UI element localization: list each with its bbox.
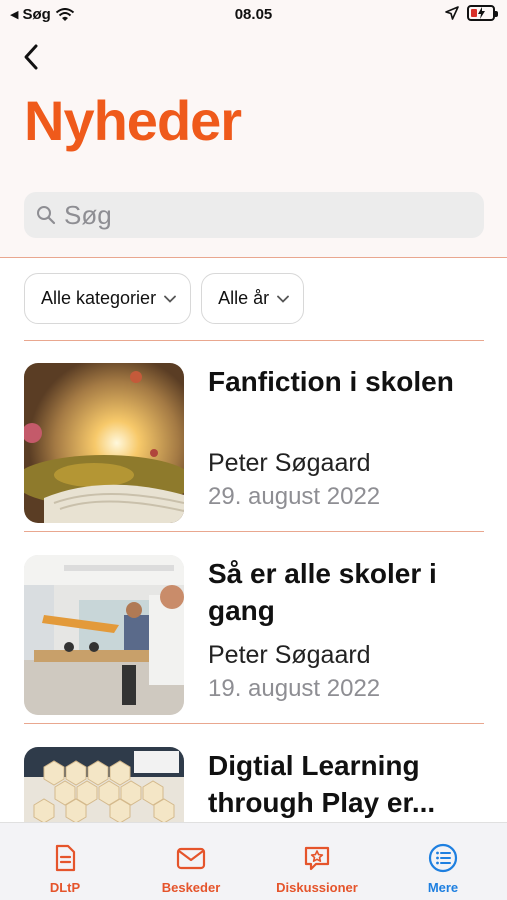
tab-beskeder-label: Beskeder xyxy=(161,880,221,895)
search-input[interactable] xyxy=(64,199,444,231)
tab-dltp-label: DLtP xyxy=(49,880,81,895)
divider xyxy=(24,723,484,724)
battery-icon xyxy=(467,5,498,21)
back-button[interactable] xyxy=(20,42,44,72)
header-area: ◀ Søg 08.05 Nyheder xyxy=(0,0,507,258)
filter-bar: Alle kategorier Alle år xyxy=(24,273,305,324)
list-icon xyxy=(428,843,458,873)
status-time: 08.05 xyxy=(234,6,273,23)
news-thumbnail xyxy=(24,555,184,715)
tab-mere[interactable]: Mere xyxy=(388,823,498,900)
news-thumbnail xyxy=(24,747,184,822)
chevron-down-icon xyxy=(164,295,176,303)
envelope-icon xyxy=(176,847,206,870)
location-arrow-icon xyxy=(445,6,459,20)
year-filter[interactable]: Alle år xyxy=(201,273,305,324)
news-item[interactable]: Så er alle skoler i gang Peter Søgaard 1… xyxy=(24,555,484,715)
news-date: 29. august 2022 xyxy=(208,483,381,510)
news-author: Peter Søgaard xyxy=(208,641,371,669)
news-date: 19. august 2022 xyxy=(208,675,381,702)
divider xyxy=(24,531,484,532)
year-filter-label: Alle år xyxy=(218,288,270,308)
star-bubble-icon xyxy=(304,846,330,871)
divider xyxy=(24,340,484,341)
search-bar[interactable] xyxy=(24,192,484,238)
news-author: Peter Søgaard xyxy=(208,449,371,477)
category-filter-label: Alle kategorier xyxy=(41,288,157,308)
status-bar: ◀ Søg 08.05 xyxy=(0,0,507,32)
news-title: Digtial Learning through Play er... xyxy=(208,750,436,818)
document-icon xyxy=(55,844,76,872)
news-item[interactable]: Fanfiction i skolen Peter Søgaard 29. au… xyxy=(24,363,484,523)
news-title: Fanfiction i skolen xyxy=(208,366,454,397)
tab-diskussioner[interactable]: Diskussioner xyxy=(262,823,372,900)
tab-diskussioner-label: Diskussioner xyxy=(276,880,358,895)
chevron-down-icon xyxy=(277,295,289,303)
status-right xyxy=(445,5,498,21)
tab-beskeder[interactable]: Beskeder xyxy=(136,823,246,900)
chevron-left-icon xyxy=(24,44,38,70)
search-icon xyxy=(37,206,56,225)
tab-dltp[interactable]: DLtP xyxy=(10,823,120,900)
page-title: Nyheder xyxy=(24,89,242,152)
news-item[interactable]: Digtial Learning through Play er... xyxy=(24,747,484,822)
category-filter[interactable]: Alle kategorier xyxy=(24,273,192,324)
news-title: Så er alle skoler i gang xyxy=(208,558,437,626)
tab-mere-label: Mere xyxy=(427,880,459,895)
news-thumbnail xyxy=(24,363,184,523)
tab-bar: DLtP Beskeder Diskussioner Mere xyxy=(0,822,507,900)
